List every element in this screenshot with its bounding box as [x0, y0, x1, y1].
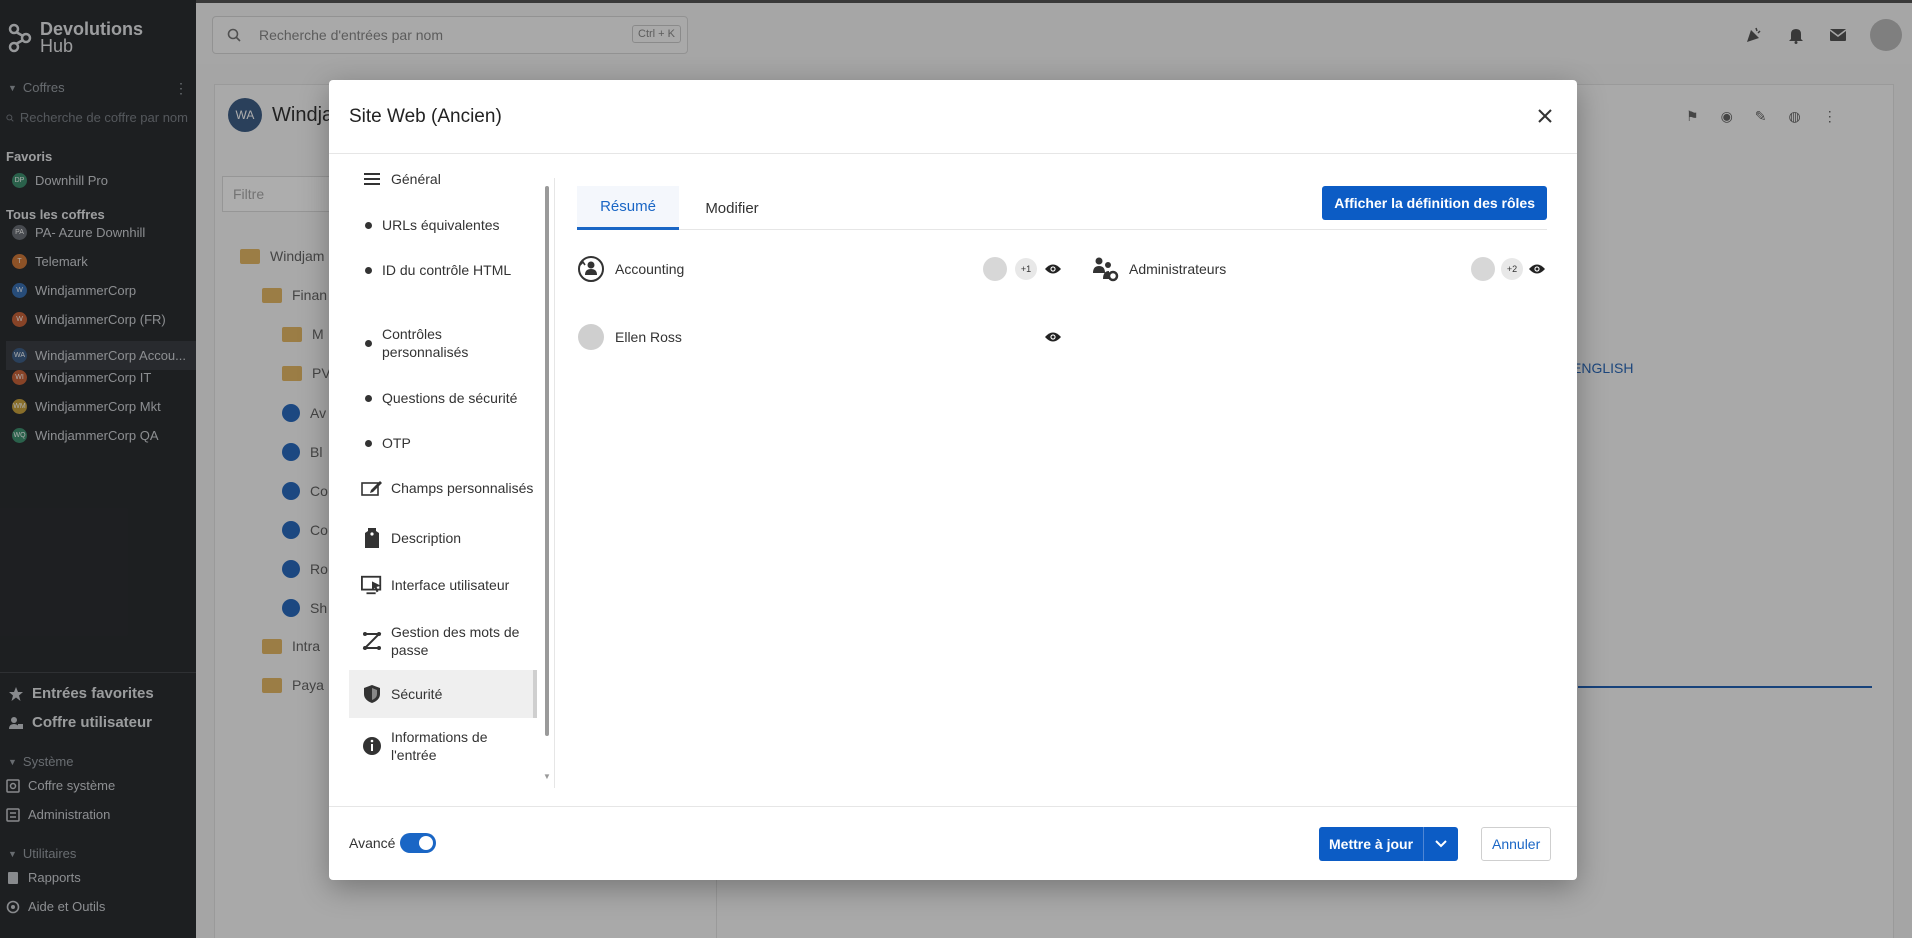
nav-item-label: Général: [391, 171, 441, 187]
nav-item-entry-information[interactable]: Informations de l'entrée: [361, 728, 547, 764]
shield-icon: [364, 685, 380, 703]
bullet-icon: [365, 439, 372, 447]
password-management-icon: [362, 632, 382, 650]
nav-item-label: URLs équivalentes: [382, 217, 500, 233]
nav-item-otp[interactable]: OTP: [365, 434, 535, 452]
nav-item-password-management[interactable]: Gestion des mots de passe: [361, 623, 547, 659]
nav-item-security-questions[interactable]: Questions de sécurité: [365, 389, 535, 407]
tab-summary[interactable]: Résumé: [577, 186, 679, 230]
update-button[interactable]: Mettre à jour: [1319, 827, 1424, 861]
advanced-toggle[interactable]: [400, 833, 436, 853]
permission-name: Accounting: [615, 261, 685, 277]
dialog-header: Site Web (Ancien): [329, 80, 1577, 154]
chevron-down-icon[interactable]: ▼: [543, 772, 551, 781]
monitor-icon: [361, 575, 382, 595]
nav-item-custom-controls[interactable]: Contrôles personnalisés: [365, 325, 535, 361]
nav-item-label: ID du contrôle HTML: [382, 262, 512, 278]
custom-fields-icon: [361, 481, 382, 496]
chevron-down-icon: [1435, 840, 1447, 848]
permission-row-ellen-ross: Ellen Ross: [577, 322, 1067, 352]
nav-item-label: Contrôles personnalisés: [382, 326, 469, 360]
nav-divider: [554, 178, 555, 788]
advanced-label: Avancé: [349, 835, 396, 851]
nav-item-security[interactable]: Sécurité: [349, 670, 535, 718]
tag-icon: [365, 528, 379, 548]
bullet-icon: [365, 394, 372, 402]
eye-icon[interactable]: [1527, 259, 1547, 279]
member-avatar: [1471, 257, 1495, 281]
nav-item-description[interactable]: Description: [361, 527, 547, 549]
permission-name: Administrateurs: [1129, 261, 1227, 277]
nav-item-label: Champs personnalisés: [391, 480, 534, 496]
member-avatar: [983, 257, 1007, 281]
permission-row-accounting: Accounting +1: [577, 254, 1067, 284]
nav-active-indicator: [533, 670, 537, 718]
nav-item-equivalent-urls[interactable]: URLs équivalentes: [365, 216, 535, 234]
nav-item-label: Description: [391, 530, 462, 546]
extra-members-badge: +1: [1015, 258, 1037, 280]
tab-edit[interactable]: Modifier: [679, 186, 785, 230]
entry-dialog: Site Web (Ancien) URLs équivalentes ID d…: [329, 80, 1577, 880]
bullet-icon: [365, 266, 372, 274]
permission-row-administrators: Administrateurs +2: [1091, 254, 1547, 284]
nav-item-label: Interface utilisateur: [391, 577, 510, 593]
nav-item-label: Sécurité: [391, 686, 443, 702]
tab-label: Modifier: [705, 199, 759, 217]
extra-members-badge: +2: [1501, 258, 1523, 280]
show-roles-definition-button[interactable]: Afficher la définition des rôles: [1322, 186, 1547, 220]
nav-scrollbar[interactable]: [545, 186, 549, 736]
close-icon[interactable]: [1535, 106, 1555, 126]
user-avatar: [577, 323, 605, 351]
update-options-button[interactable]: [1424, 827, 1459, 861]
nav-item-label: Informations de l'entrée: [391, 729, 488, 763]
admin-group-icon: [1093, 257, 1119, 282]
nav-item-label: Questions de sécurité: [382, 390, 518, 406]
dialog-footer: Avancé Mettre à jour Annuler: [329, 806, 1577, 880]
cancel-button[interactable]: Annuler: [1481, 827, 1552, 861]
toggle-knob: [419, 836, 433, 850]
permission-name: Ellen Ross: [615, 329, 682, 345]
dialog-title: Site Web (Ancien): [349, 106, 502, 127]
eye-icon[interactable]: [1043, 259, 1063, 279]
nav-item-label: OTP: [382, 435, 411, 451]
bullet-icon: [365, 221, 372, 229]
bullet-icon: [365, 339, 372, 347]
eye-icon[interactable]: [1043, 327, 1063, 347]
nav-item-html-control-id[interactable]: ID du contrôle HTML: [365, 261, 535, 279]
update-split-button: Mettre à jour: [1319, 827, 1459, 861]
nav-item-label: Gestion des mots de passe: [391, 624, 520, 658]
nav-item-general[interactable]: Général: [361, 170, 547, 188]
nav-item-custom-fields[interactable]: Champs personnalisés: [361, 479, 547, 497]
nav-item-user-interface[interactable]: Interface utilisateur: [361, 575, 547, 595]
info-icon: [363, 737, 381, 755]
menu-icon: [364, 173, 380, 185]
tab-label: Résumé: [600, 198, 656, 215]
role-group-icon: [578, 256, 604, 282]
